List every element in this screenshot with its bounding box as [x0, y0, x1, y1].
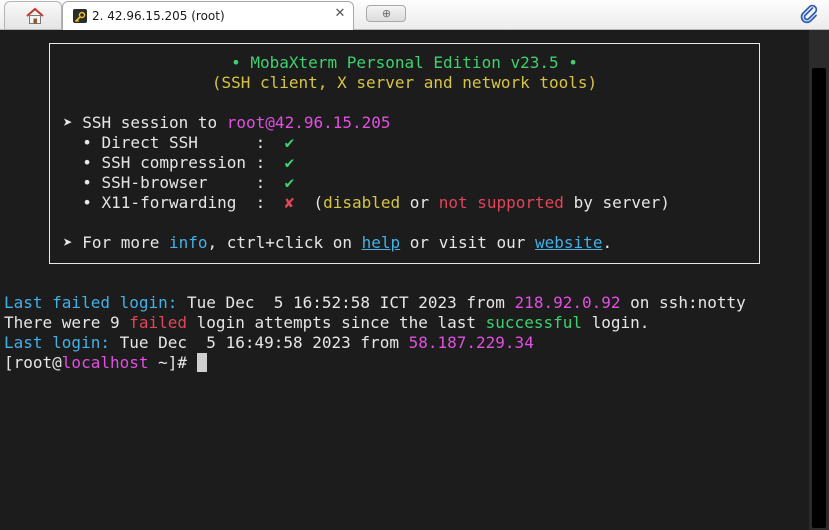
item-label: • Direct SSH : — [63, 133, 285, 152]
help-link[interactable]: help — [362, 233, 401, 252]
banner-subtitle: (SSH client, X server and network tools) — [211, 73, 598, 92]
text-cursor — [196, 353, 207, 372]
last-failed-label: Last failed login: — [4, 293, 178, 312]
banner-item-direct-ssh: • Direct SSH : ✔ — [63, 133, 294, 153]
last-login-text: Tue Dec 5 16:49:58 2023 from — [109, 333, 409, 352]
home-icon — [26, 7, 44, 24]
attempts-b: login attempts since the last — [187, 313, 486, 332]
website-link[interactable]: website — [535, 233, 602, 252]
more-prefix: ➤ For more — [63, 233, 169, 252]
welcome-banner: • MobaXterm Personal Edition v23.5 • (SS… — [49, 43, 760, 264]
check-icon: ✔ — [284, 133, 295, 152]
banner-item-ssh-compression: • SSH compression : ✔ — [63, 153, 294, 173]
home-tab[interactable] — [4, 1, 62, 29]
attempts-successful: successful — [485, 313, 582, 332]
scrollbar-thumb[interactable] — [812, 68, 826, 528]
attempts-a: There were 9 — [4, 313, 130, 332]
check-icon: ✔ — [284, 173, 295, 192]
item-label: • SSH compression : — [63, 153, 285, 172]
session-tab[interactable]: 2. 42.96.15.205 (root) ✕ — [62, 1, 354, 30]
more-info-line: ➤ For more info, ctrl+click on help or v… — [63, 233, 612, 253]
item-label: • X11-forwarding : — [63, 193, 285, 212]
last-login-label: Last login: — [4, 333, 110, 352]
item-label: • SSH-browser : — [63, 173, 285, 192]
last-login-ip: 58.187.229.34 — [408, 333, 534, 352]
banner-item-ssh-browser: • SSH-browser : ✔ — [63, 173, 294, 193]
more-visit: or visit our — [400, 233, 536, 252]
session-tab-title: 2. 42.96.15.205 (root) — [92, 9, 225, 23]
last-failed-tail: on ssh:notty — [620, 293, 746, 312]
x11-disabled: disabled — [323, 193, 401, 212]
banner-title: • MobaXterm Personal Edition v23.5 • — [231, 53, 578, 72]
new-tab-button[interactable]: ⊕ — [366, 5, 406, 22]
ssh-key-icon — [73, 9, 87, 23]
paperclip-icon[interactable] — [798, 3, 820, 25]
info-link[interactable]: info — [169, 233, 208, 252]
last-failed-text: Tue Dec 5 16:52:58 ICT 2023 from — [177, 293, 515, 312]
close-tab-icon[interactable]: ✕ — [333, 7, 347, 21]
shell-prompt[interactable]: [root@localhost ~]# — [4, 353, 207, 373]
tab-bar: 2. 42.96.15.205 (root) ✕ ⊕ — [0, 0, 829, 30]
plus-icon: ⊕ — [381, 7, 392, 20]
prompt-open: [root@ — [4, 353, 62, 372]
failed-attempts-line: There were 9 failed login attempts since… — [4, 313, 649, 333]
terminal-area[interactable]: • MobaXterm Personal Edition v23.5 • (SS… — [0, 30, 809, 530]
banner-item-x11-forwarding: • X11-forwarding : ✘ (disabled or not su… — [63, 193, 670, 213]
last-login-line: Last login: Tue Dec 5 16:49:58 2023 from… — [4, 333, 534, 353]
more-middle: , ctrl+click on — [207, 233, 362, 252]
x11-not-supported: not supported — [438, 193, 564, 212]
cross-icon: ✘ — [284, 193, 295, 212]
check-icon: ✔ — [284, 153, 295, 172]
x11-note-open: ( — [294, 193, 324, 212]
attempts-c: login. — [581, 313, 650, 332]
last-failed-login-line: Last failed login: Tue Dec 5 16:52:58 IC… — [4, 293, 746, 313]
ssh-session-prefix: ➤ SSH session to — [63, 113, 227, 132]
attempts-failed: failed — [129, 313, 188, 332]
more-end: . — [602, 233, 613, 252]
last-failed-ip: 218.92.0.92 — [514, 293, 621, 312]
prompt-host: localhost — [61, 353, 149, 372]
vertical-scrollbar[interactable] — [809, 30, 829, 530]
x11-or: or — [400, 193, 439, 212]
x11-tail: by server) — [563, 193, 670, 212]
ssh-session-line: ➤ SSH session to root@42.96.15.205 — [63, 113, 391, 133]
ssh-session-target: root@42.96.15.205 — [226, 113, 391, 132]
prompt-tail: ~]# — [148, 353, 197, 372]
